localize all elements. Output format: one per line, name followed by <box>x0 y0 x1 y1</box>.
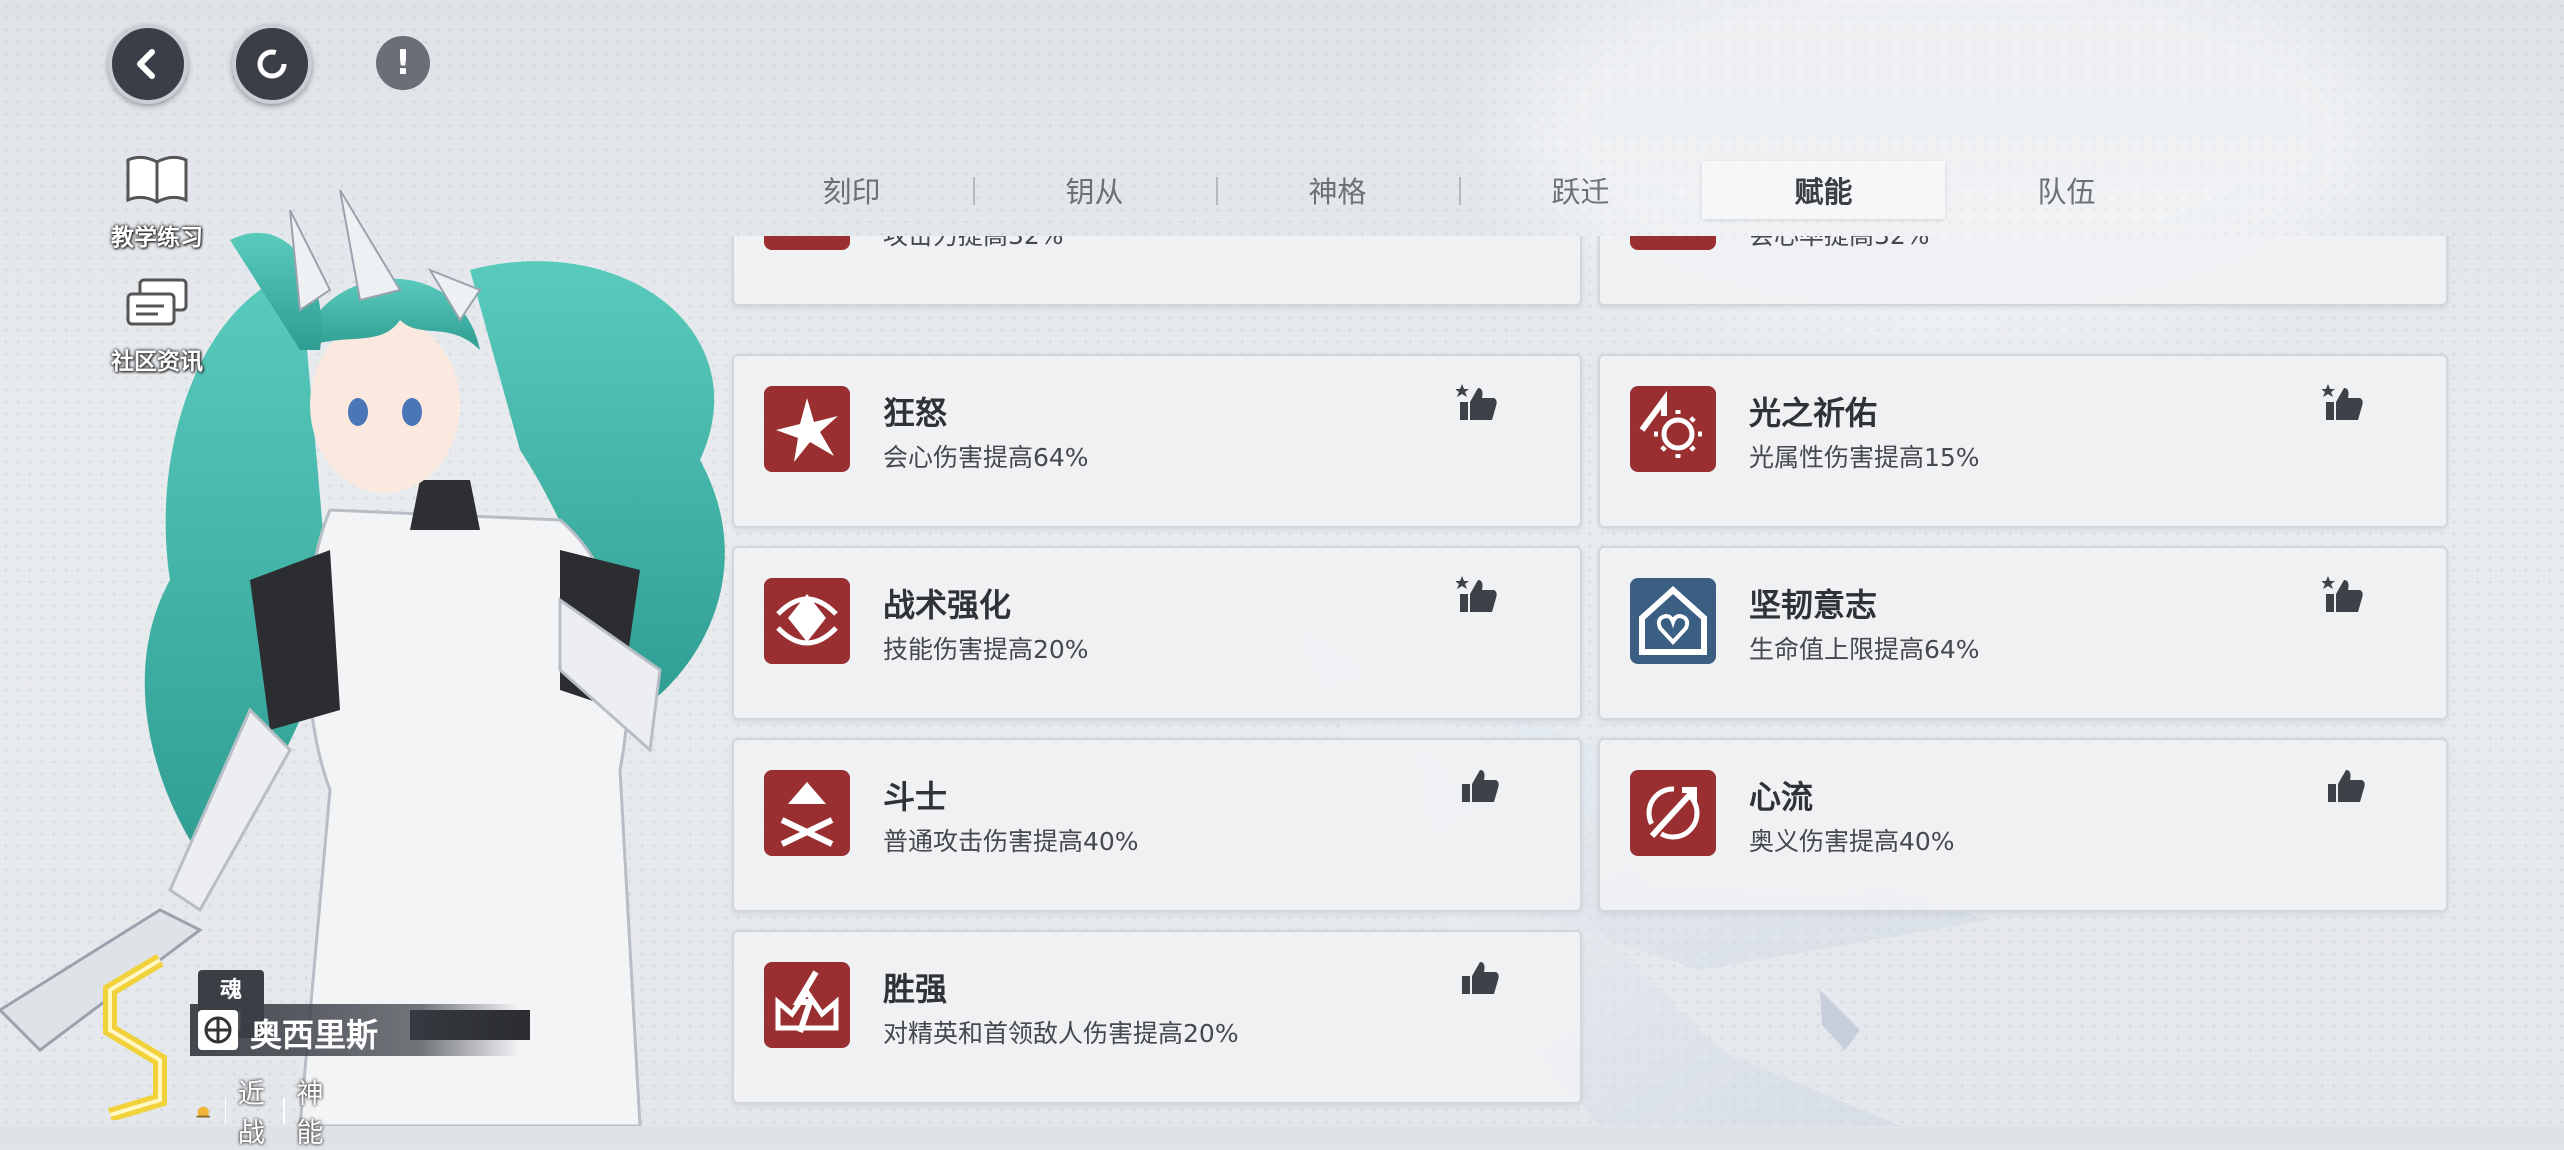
empower-card-light-blessing[interactable]: 光之祈佑 光属性伤害提高15% <box>1598 354 2448 528</box>
card-desc: 会心率提高32% <box>1749 236 1930 252</box>
rank-s-badge <box>103 953 167 1120</box>
card-desc: 普通攻击伤害提高40% <box>883 827 1139 856</box>
info-icon: ! <box>395 43 411 83</box>
elite-slayer-icon <box>764 962 850 1048</box>
recommend-star-icon[interactable] <box>2322 576 2366 616</box>
card-desc: 技能伤害提高20% <box>883 635 1089 664</box>
back-button[interactable] <box>108 24 188 104</box>
tab-divinity[interactable]: 神格 <box>1216 161 1459 219</box>
card-desc: 奥义伤害提高40% <box>1749 827 1955 856</box>
card-desc: 生命值上限提高64% <box>1749 635 1980 664</box>
tab-key-follower[interactable]: 钥从 <box>973 161 1216 219</box>
fighter-icon <box>764 770 850 856</box>
thumbs-up-icon[interactable] <box>1456 960 1500 1000</box>
refresh-button[interactable] <box>232 24 312 104</box>
tactics-icon <box>764 578 850 664</box>
tab-transition[interactable]: 跃迁 <box>1459 161 1702 219</box>
tab-team[interactable]: 队伍 <box>1945 161 2188 219</box>
card-title: 狂怒 <box>883 394 948 432</box>
rage-icon <box>764 386 850 472</box>
card-title: 心流 <box>1749 778 1814 816</box>
empower-card-flow[interactable]: 心流 奥义伤害提高40% <box>1598 738 2448 912</box>
character-name: 奥西里斯 <box>250 1016 379 1054</box>
faction-emblem-icon <box>198 1010 238 1050</box>
card-desc: 光属性伤害提高15% <box>1749 443 1980 472</box>
refresh-icon <box>257 49 287 79</box>
tab-bar: 刻印 钥从 神格 跃迁 赋能 队伍 <box>730 161 2450 219</box>
recommend-star-icon[interactable] <box>1456 576 1500 616</box>
empower-card-fighter[interactable]: 斗士 普通攻击伤害提高40% <box>732 738 1582 912</box>
empower-card-elite-slayer[interactable]: 胜强 对精英和首领敌人伤害提高20% <box>732 930 1582 1104</box>
crit-rate-icon <box>1630 236 1716 250</box>
book-icon <box>126 155 188 204</box>
thumbs-up-icon[interactable] <box>1456 768 1500 808</box>
tenacity-icon <box>1630 578 1716 664</box>
card-title: 胜强 <box>883 970 948 1008</box>
card-title: 战术强化 <box>883 586 1012 624</box>
character-meta: 近战 神能 <box>194 1072 330 1150</box>
attack-up-icon <box>764 236 850 250</box>
recommend-star-icon[interactable] <box>2322 384 2366 424</box>
element-light-icon <box>196 1106 211 1118</box>
card-desc: 攻击力提高32% <box>883 236 1064 252</box>
card-title: 坚韧意志 <box>1749 586 1878 624</box>
role-melee: 近战 <box>237 1079 265 1149</box>
info-button[interactable]: ! <box>376 36 430 90</box>
tab-empower[interactable]: 赋能 <box>1702 161 1945 219</box>
recommend-star-icon[interactable] <box>1456 384 1500 424</box>
empower-card-tactics[interactable]: 战术强化 技能伤害提高20% <box>732 546 1582 720</box>
separator <box>283 1098 285 1124</box>
card-desc: 会心伤害提高64% <box>883 443 1089 472</box>
role-divine: 神能 <box>296 1079 324 1149</box>
card-title: 斗士 <box>883 778 948 816</box>
thumbs-up-icon[interactable] <box>2322 768 2366 808</box>
empower-card-crit-rate[interactable]: 会心率提高32% <box>1598 236 2448 306</box>
empower-card-rage[interactable]: 狂怒 会心伤害提高64% <box>732 354 1582 528</box>
empower-card-attack[interactable]: 攻击力提高32% <box>732 236 1582 306</box>
empower-list[interactable]: 攻击力提高32% 会心率提高32% 狂怒 会心伤害提高64% 光之祈佑 光 <box>0 236 2564 1126</box>
light-blessing-icon <box>1630 386 1716 472</box>
card-title: 光之祈佑 <box>1749 394 1878 432</box>
empower-card-tenacity[interactable]: 坚韧意志 生命值上限提高64% <box>1598 546 2448 720</box>
separator <box>224 1098 226 1124</box>
card-desc: 对精英和首领敌人伤害提高20% <box>883 1019 1239 1048</box>
chevron-left-icon <box>137 49 155 79</box>
flow-icon <box>1630 770 1716 856</box>
character-name-plate: 奥西里斯 <box>190 1004 520 1056</box>
tab-engraving[interactable]: 刻印 <box>730 161 973 219</box>
